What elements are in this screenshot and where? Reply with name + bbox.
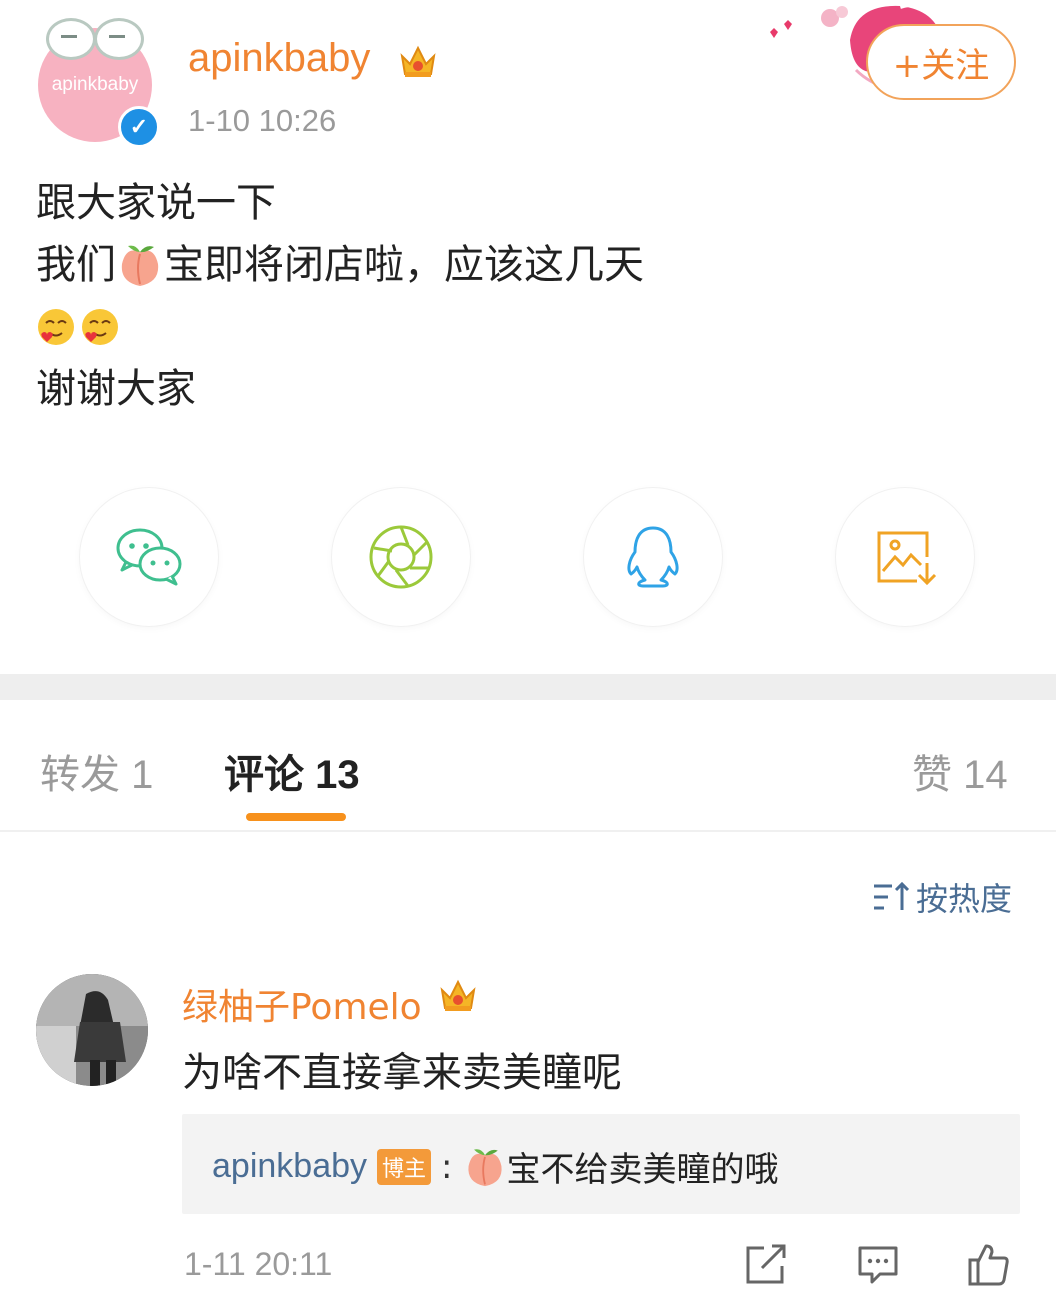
blogger-badge: 博主: [377, 1148, 432, 1185]
in-love-face-emoji-icon: [82, 309, 118, 345]
peach-emoji-icon: [121, 245, 159, 286]
avatar-ear-right: [94, 18, 144, 60]
comment-time: 1-11 20:11: [184, 1246, 333, 1282]
post-username[interactable]: apinkbaby: [188, 36, 370, 81]
like-icon[interactable]: [964, 1240, 1012, 1288]
follow-button[interactable]: +关注: [866, 24, 1016, 100]
tab-comments[interactable]: 评论 13: [224, 742, 360, 800]
tab-likes[interactable]: 赞 14: [912, 742, 1008, 800]
post-line-text: 宝即将闭店啦，应该这几天: [164, 242, 644, 288]
crown-icon: [400, 45, 436, 77]
avatar-ear-left: [46, 18, 96, 60]
save-image-button[interactable]: [836, 488, 974, 626]
reply-comment-icon[interactable]: [854, 1240, 902, 1288]
qq-icon: [627, 526, 679, 588]
commenter-avatar[interactable]: [36, 974, 148, 1086]
tab-repost[interactable]: 转发 1: [40, 742, 153, 800]
reply-colon: :: [441, 1146, 453, 1187]
post-content: 跟大家说一下 我们 宝即将闭店啦，应该这几天 谢谢大家: [36, 172, 1016, 420]
section-divider: [0, 674, 1056, 700]
post-line: 跟大家说一下: [36, 180, 276, 226]
share-moments-button[interactable]: [332, 488, 470, 626]
avatar-text: apinkbaby: [51, 74, 139, 95]
post-line-text: 我们: [36, 242, 116, 288]
sort-label: 按热度: [916, 880, 1013, 918]
moments-icon: [369, 525, 433, 589]
commenter-username[interactable]: 绿柚子Pomelo: [182, 978, 422, 1030]
active-tab-indicator: [246, 813, 346, 821]
share-wechat-button[interactable]: [80, 488, 218, 626]
reply-content: apinkbaby 博主 : 宝不给卖美瞳的哦: [212, 1142, 779, 1191]
peach-emoji-icon: [467, 1148, 502, 1186]
in-love-face-emoji-icon: [38, 309, 74, 345]
crown-icon: [440, 979, 476, 1011]
sort-by-hot-button[interactable]: 按热度: [872, 874, 1012, 920]
comment-text: 为啥不直接拿来卖美瞳呢: [182, 1050, 622, 1096]
tabs-divider: [0, 830, 1056, 832]
avatar[interactable]: apinkbaby ✓: [38, 18, 160, 148]
post-line: [36, 296, 1016, 358]
post-line: 我们 宝即将闭店啦，应该这几天: [36, 234, 1016, 296]
reply-text: 宝不给卖美瞳的哦: [506, 1150, 779, 1190]
sort-icon: [874, 881, 910, 910]
verified-icon: ✓: [118, 106, 160, 148]
share-qq-button[interactable]: [584, 488, 722, 626]
reply-username[interactable]: apinkbaby: [212, 1147, 367, 1186]
post-timestamp: 1-10 10:26: [188, 103, 337, 138]
share-comment-icon[interactable]: [742, 1240, 790, 1288]
post-line: 谢谢大家: [36, 366, 196, 412]
wechat-icon: [116, 528, 182, 586]
reply-box[interactable]: apinkbaby 博主 : 宝不给卖美瞳的哦: [182, 1114, 1020, 1214]
save-image-icon: [877, 531, 937, 586]
